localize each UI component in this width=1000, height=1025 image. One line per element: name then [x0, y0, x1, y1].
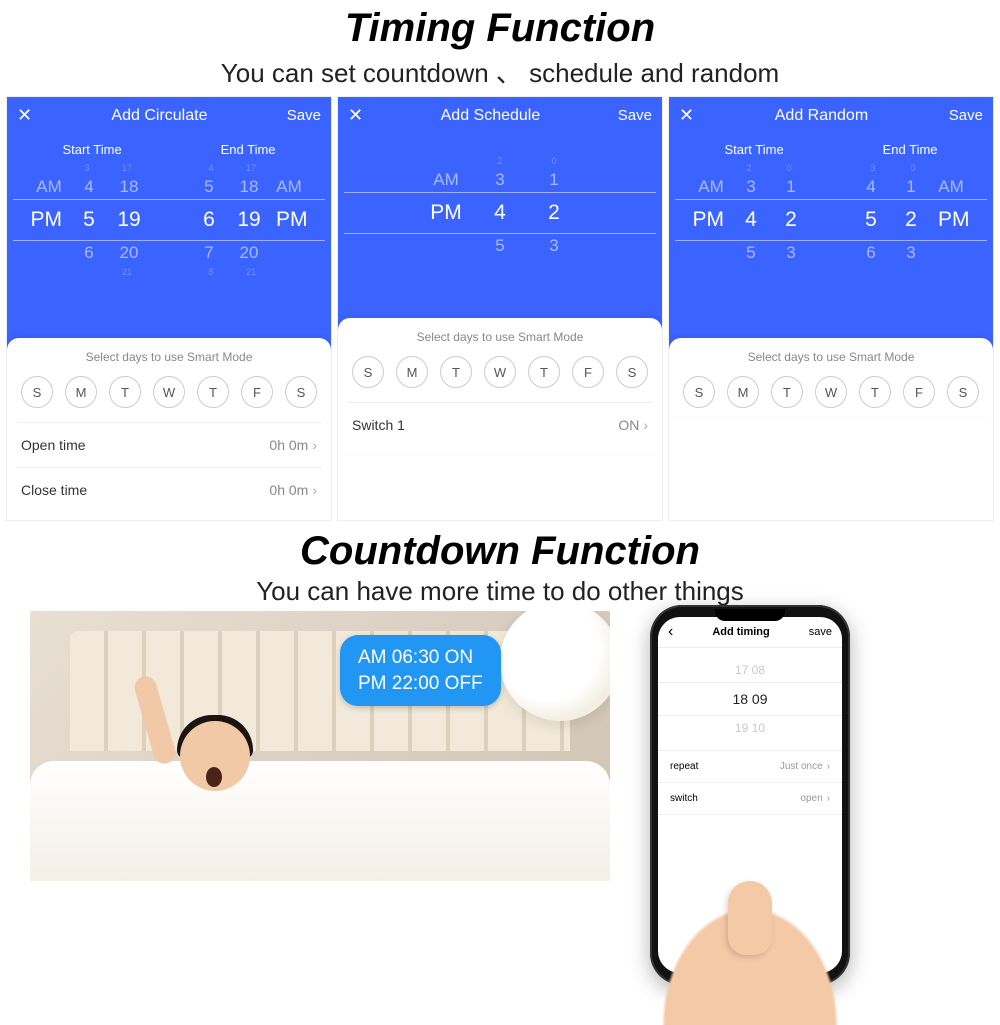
switch-row[interactable]: Switch 1 ON›: [348, 402, 652, 447]
picker-row: 53: [344, 234, 656, 258]
phone-title: Add timing: [712, 626, 769, 638]
schedule-bubble: AM 06:30 ON PM 22:00 OFF: [340, 635, 501, 706]
picker-row: 21 821: [13, 265, 325, 279]
save-button[interactable]: Save: [287, 107, 321, 124]
time-picker-dual[interactable]: Start Time End Time 317 417 AM418 518AM …: [7, 134, 331, 354]
picker-row-selected: PM42: [344, 192, 656, 234]
repeat-label: repeat: [670, 761, 698, 772]
switch-label: Switch 1: [352, 417, 405, 433]
day-t[interactable]: T: [771, 376, 803, 408]
bubble-line1: AM 06:30 ON: [358, 645, 483, 671]
day-w[interactable]: W: [153, 376, 185, 408]
day-m[interactable]: M: [396, 356, 428, 388]
screen-schedule: ✕ Add Schedule Save 20 AM31 PM42 53 Sele…: [337, 96, 663, 521]
card-label: Select days to use Smart Mode: [348, 330, 652, 344]
picker-row-selected: PM519 619PM: [13, 199, 325, 241]
day-w[interactable]: W: [484, 356, 516, 388]
day-selector: S M T W T F S: [348, 356, 652, 388]
back-icon[interactable]: ‹: [668, 623, 673, 641]
save-button[interactable]: Save: [949, 107, 983, 124]
picker-row: 17 08: [658, 658, 842, 682]
day-selector: S M T W T F S: [17, 376, 321, 408]
countdown-subtitle: You can have more time to do other thing…: [0, 576, 1000, 607]
start-time-label: Start Time: [62, 142, 121, 157]
day-s2[interactable]: S: [616, 356, 648, 388]
chevron-right-icon: ›: [827, 761, 830, 772]
day-s2[interactable]: S: [947, 376, 979, 408]
open-time-row[interactable]: Open time 0h 0m›: [17, 422, 321, 467]
smart-mode-card: Select days to use Smart Mode S M T W T …: [338, 318, 662, 455]
screen-title: Add Schedule: [363, 107, 618, 125]
day-t2[interactable]: T: [859, 376, 891, 408]
chevron-right-icon: ›: [827, 793, 830, 804]
day-f[interactable]: F: [572, 356, 604, 388]
save-button[interactable]: Save: [618, 107, 652, 124]
day-w[interactable]: W: [815, 376, 847, 408]
timing-title: Timing Function: [0, 0, 1000, 51]
phone-mockup: ‹ Add timing save 17 08 18 09 19 10 repe…: [650, 605, 850, 985]
picker-row: AM418 518AM: [13, 175, 325, 199]
day-f[interactable]: F: [241, 376, 273, 408]
bubble-line2: PM 22:00 OFF: [358, 671, 483, 697]
day-s[interactable]: S: [683, 376, 715, 408]
picker-row: 620 720: [13, 241, 325, 265]
day-f[interactable]: F: [903, 376, 935, 408]
countdown-section: Countdown Function You can have more tim…: [0, 523, 1000, 995]
screen-circulate: ✕ Add Circulate Save Start Time End Time…: [6, 96, 332, 521]
close-icon[interactable]: ✕: [679, 105, 694, 126]
picker-row-selected: PM42 52PM: [675, 199, 987, 241]
chevron-right-icon: ›: [643, 417, 648, 433]
day-m[interactable]: M: [65, 376, 97, 408]
switch-label: switch: [670, 793, 698, 804]
lifestyle-photo: AM 06:30 ON PM 22:00 OFF: [30, 611, 610, 881]
screens-row: ✕ Add Circulate Save Start Time End Time…: [0, 90, 1000, 521]
chevron-right-icon: ›: [312, 482, 317, 498]
phone-time-picker[interactable]: 17 08 18 09 19 10: [658, 648, 842, 751]
repeat-row[interactable]: repeat Just once›: [658, 751, 842, 783]
card-label: Select days to use Smart Mode: [17, 350, 321, 364]
day-t[interactable]: T: [109, 376, 141, 408]
start-time-label: Start Time: [724, 142, 783, 157]
time-picker[interactable]: 20 AM31 PM42 53: [338, 134, 662, 334]
close-time-label: Close time: [21, 482, 87, 498]
switch-row[interactable]: switch open›: [658, 783, 842, 815]
picker-row: 20 30: [675, 161, 987, 175]
picker-row: AM31 41AM: [675, 175, 987, 199]
picker-row-selected: 18 09: [658, 682, 842, 716]
screen-title: Add Circulate: [32, 107, 287, 125]
card-label: Select days to use Smart Mode: [679, 350, 983, 364]
time-picker-dual[interactable]: Start Time End Time 20 30 AM31 41AM PM42…: [669, 134, 993, 354]
picker-row: 20: [344, 154, 656, 168]
day-selector: S M T W T F S: [679, 376, 983, 408]
day-t[interactable]: T: [440, 356, 472, 388]
picker-row: 53 63: [675, 241, 987, 265]
day-t2[interactable]: T: [197, 376, 229, 408]
day-m[interactable]: M: [727, 376, 759, 408]
close-time-row[interactable]: Close time 0h 0m›: [17, 467, 321, 512]
thumb-illustration: [728, 881, 772, 955]
end-time-label: End Time: [883, 142, 938, 157]
screen-random: ✕ Add Random Save Start Time End Time 20…: [668, 96, 994, 521]
day-s2[interactable]: S: [285, 376, 317, 408]
close-icon[interactable]: ✕: [348, 105, 363, 126]
open-time-label: Open time: [21, 437, 86, 453]
day-s[interactable]: S: [21, 376, 53, 408]
smart-mode-card: Select days to use Smart Mode S M T W T …: [669, 338, 993, 416]
day-s[interactable]: S: [352, 356, 384, 388]
smart-mode-card: Select days to use Smart Mode S M T W T …: [7, 338, 331, 520]
countdown-title: Countdown Function: [0, 523, 1000, 574]
picker-row: AM31: [344, 168, 656, 192]
picker-row: 19 10: [658, 716, 842, 740]
timing-subtitle: You can set countdown 、 schedule and ran…: [0, 53, 1000, 90]
close-icon[interactable]: ✕: [17, 105, 32, 126]
phone-save-button[interactable]: save: [809, 626, 832, 638]
end-time-label: End Time: [221, 142, 276, 157]
screen-title: Add Random: [694, 107, 949, 125]
chevron-right-icon: ›: [312, 437, 317, 453]
picker-row: 317 417: [13, 161, 325, 175]
day-t2[interactable]: T: [528, 356, 560, 388]
